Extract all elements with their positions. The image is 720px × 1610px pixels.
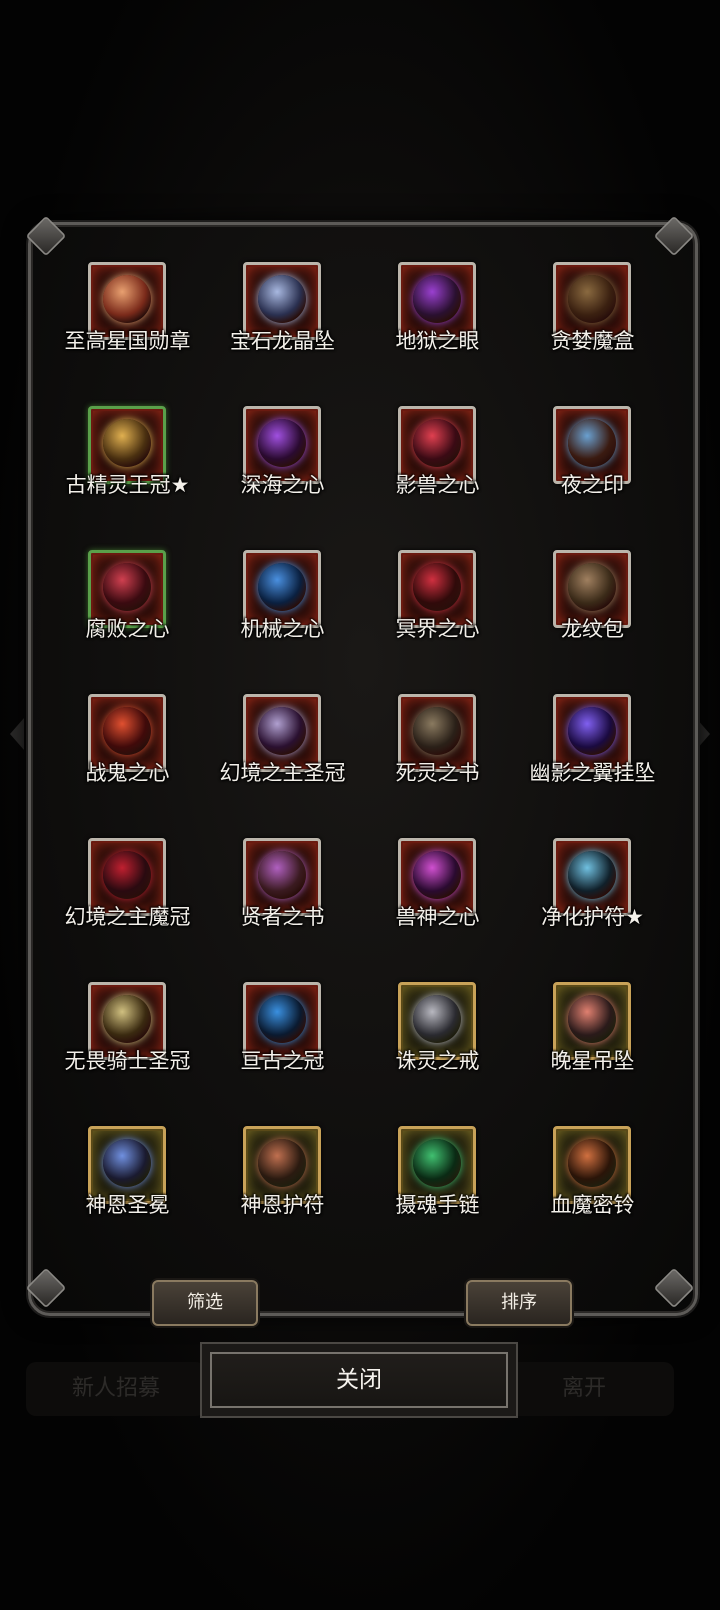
item-label: 诛灵之戒 bbox=[395, 1049, 480, 1073]
bell-icon bbox=[568, 1139, 616, 1187]
dragon-pendant-icon bbox=[258, 275, 306, 323]
beast-god-heart-icon bbox=[413, 851, 461, 899]
item-cell[interactable]: 幻境之主圣冠 bbox=[205, 690, 360, 834]
demon-crown-icon bbox=[103, 851, 151, 899]
item-label: 净化护符★ bbox=[541, 905, 644, 929]
item-label: 幻境之主圣冠 bbox=[219, 761, 346, 785]
item-cell[interactable]: 影兽之心 bbox=[360, 402, 515, 546]
item-cell[interactable]: 地狱之眼 bbox=[360, 258, 515, 402]
item-cell[interactable]: 神恩护符 bbox=[205, 1122, 360, 1266]
item-label: 血魔密铃 bbox=[550, 1193, 635, 1217]
item-label: 兽神之心 bbox=[395, 905, 480, 929]
item-cell[interactable]: 神恩圣冕 bbox=[50, 1122, 205, 1266]
item-label: 战鬼之心 bbox=[85, 761, 170, 785]
eye-amulet-icon bbox=[413, 275, 461, 323]
item-cell[interactable]: 诛灵之戒 bbox=[360, 978, 515, 1122]
wing-pendant-icon bbox=[568, 707, 616, 755]
item-cell[interactable]: 夜之印 bbox=[515, 402, 670, 546]
necklace-icon bbox=[258, 419, 306, 467]
item-label: 地狱之眼 bbox=[395, 329, 480, 353]
item-cell[interactable]: 血魔密铃 bbox=[515, 1122, 670, 1266]
dark-crown-icon bbox=[258, 707, 306, 755]
item-label: 幽影之翼挂坠 bbox=[529, 761, 656, 785]
item-label: 亘古之冠 bbox=[240, 1049, 325, 1073]
item-label: 摄魂手链 bbox=[395, 1193, 480, 1217]
item-label: 宝石龙晶坠 bbox=[230, 329, 335, 353]
beast-heart-icon bbox=[413, 419, 461, 467]
item-cell[interactable]: 机械之心 bbox=[205, 546, 360, 690]
item-cell[interactable]: 战鬼之心 bbox=[50, 690, 205, 834]
item-label: 神恩圣冕 bbox=[85, 1193, 170, 1217]
red-ring-icon bbox=[413, 563, 461, 611]
item-grid: 至高星国勋章 宝石龙晶坠 地狱之眼 贪婪魔盒古精灵王冠★ 深海之心 影兽之心 夜之印腐败之心… bbox=[50, 258, 670, 1266]
sage-book-icon bbox=[258, 851, 306, 899]
seal-stamp-icon bbox=[568, 419, 616, 467]
item-label: 幻境之主魔冠 bbox=[64, 905, 191, 929]
item-cell[interactable]: 无畏骑士圣冠 bbox=[50, 978, 205, 1122]
item-cell[interactable]: 净化护符★ bbox=[515, 834, 670, 978]
medal-icon bbox=[103, 275, 151, 323]
item-label: 神恩护符 bbox=[240, 1193, 325, 1217]
item-label: 晚星吊坠 bbox=[550, 1049, 635, 1073]
bracelet-icon bbox=[413, 1139, 461, 1187]
talisman-icon bbox=[568, 851, 616, 899]
item-label: 龙纹包 bbox=[561, 617, 624, 641]
item-cell[interactable]: 冥界之心 bbox=[360, 546, 515, 690]
item-cell[interactable]: 摄魂手链 bbox=[360, 1122, 515, 1266]
item-cell[interactable]: 兽神之心 bbox=[360, 834, 515, 978]
knight-helm-icon bbox=[103, 995, 151, 1043]
star-pendant-icon bbox=[568, 995, 616, 1043]
ancient-crown-icon bbox=[258, 995, 306, 1043]
item-label: 贪婪魔盒 bbox=[550, 329, 635, 353]
prev-arrow-icon bbox=[10, 718, 24, 750]
tome-icon bbox=[413, 707, 461, 755]
crown-icon bbox=[103, 419, 151, 467]
item-label: 影兽之心 bbox=[395, 473, 480, 497]
blue-crystal-icon bbox=[258, 563, 306, 611]
sort-button[interactable]: 排序 bbox=[466, 1280, 572, 1326]
item-cell[interactable]: 古精灵王冠★ bbox=[50, 402, 205, 546]
filter-button[interactable]: 筛选 bbox=[152, 1280, 258, 1326]
item-cell[interactable]: 贤者之书 bbox=[205, 834, 360, 978]
holy-crown-icon bbox=[103, 1139, 151, 1187]
item-label: 贤者之书 bbox=[240, 905, 325, 929]
item-label: 无畏骑士圣冠 bbox=[64, 1049, 191, 1073]
silver-ring-icon bbox=[413, 995, 461, 1043]
leave-button-background: 离开 bbox=[494, 1362, 674, 1416]
next-arrow-icon bbox=[696, 718, 710, 750]
bag-icon bbox=[568, 563, 616, 611]
item-cell[interactable]: 深海之心 bbox=[205, 402, 360, 546]
item-cell[interactable]: 幻境之主魔冠 bbox=[50, 834, 205, 978]
item-label: 夜之印 bbox=[561, 473, 624, 497]
item-label: 腐败之心 bbox=[85, 617, 170, 641]
mimic-chest-icon bbox=[568, 275, 616, 323]
item-label: 冥界之心 bbox=[395, 617, 480, 641]
blood-heart-icon bbox=[103, 707, 151, 755]
item-cell[interactable]: 龙纹包 bbox=[515, 546, 670, 690]
item-label: 机械之心 bbox=[240, 617, 325, 641]
item-cell[interactable]: 幽影之翼挂坠 bbox=[515, 690, 670, 834]
item-cell[interactable]: 至高星国勋章 bbox=[50, 258, 205, 402]
item-cell[interactable]: 晚星吊坠 bbox=[515, 978, 670, 1122]
item-label: 至高星国勋章 bbox=[64, 329, 191, 353]
item-cell[interactable]: 宝石龙晶坠 bbox=[205, 258, 360, 402]
item-cell[interactable]: 腐败之心 bbox=[50, 546, 205, 690]
item-label: 古精灵王冠★ bbox=[65, 473, 190, 497]
item-label: 深海之心 bbox=[240, 473, 325, 497]
recruit-button-background: 新人招募 bbox=[26, 1362, 206, 1416]
holy-amulet-icon bbox=[258, 1139, 306, 1187]
item-cell[interactable]: 贪婪魔盒 bbox=[515, 258, 670, 402]
item-cell[interactable]: 亘古之冠 bbox=[205, 978, 360, 1122]
close-button[interactable]: 关闭 bbox=[200, 1342, 518, 1418]
corrupt-heart-icon bbox=[103, 563, 151, 611]
item-label: 死灵之书 bbox=[395, 761, 480, 785]
item-cell[interactable]: 死灵之书 bbox=[360, 690, 515, 834]
